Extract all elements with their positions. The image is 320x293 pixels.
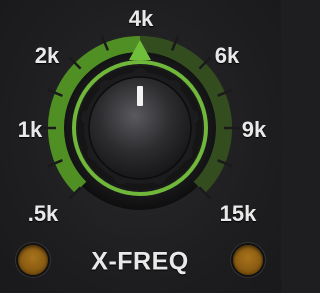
parameter-label: X-FREQ xyxy=(91,247,189,276)
led-indicator-right xyxy=(233,245,263,275)
scale-label-500hz: .5k xyxy=(27,201,59,226)
scale-label-2k: 2k xyxy=(34,43,60,68)
scale-label-1k: 1k xyxy=(17,117,43,142)
knob-indicator xyxy=(137,86,143,106)
scale-label-6k: 6k xyxy=(214,43,240,68)
led-indicator-left xyxy=(18,245,48,275)
scale-label-15k: 15k xyxy=(219,201,257,226)
scale-label-4k: 4k xyxy=(128,6,154,31)
crossover-frequency-panel: .5k 1k 2k 4k 6k 9k 15k X-FREQ xyxy=(0,0,281,293)
scale-label-9k: 9k xyxy=(241,117,267,142)
